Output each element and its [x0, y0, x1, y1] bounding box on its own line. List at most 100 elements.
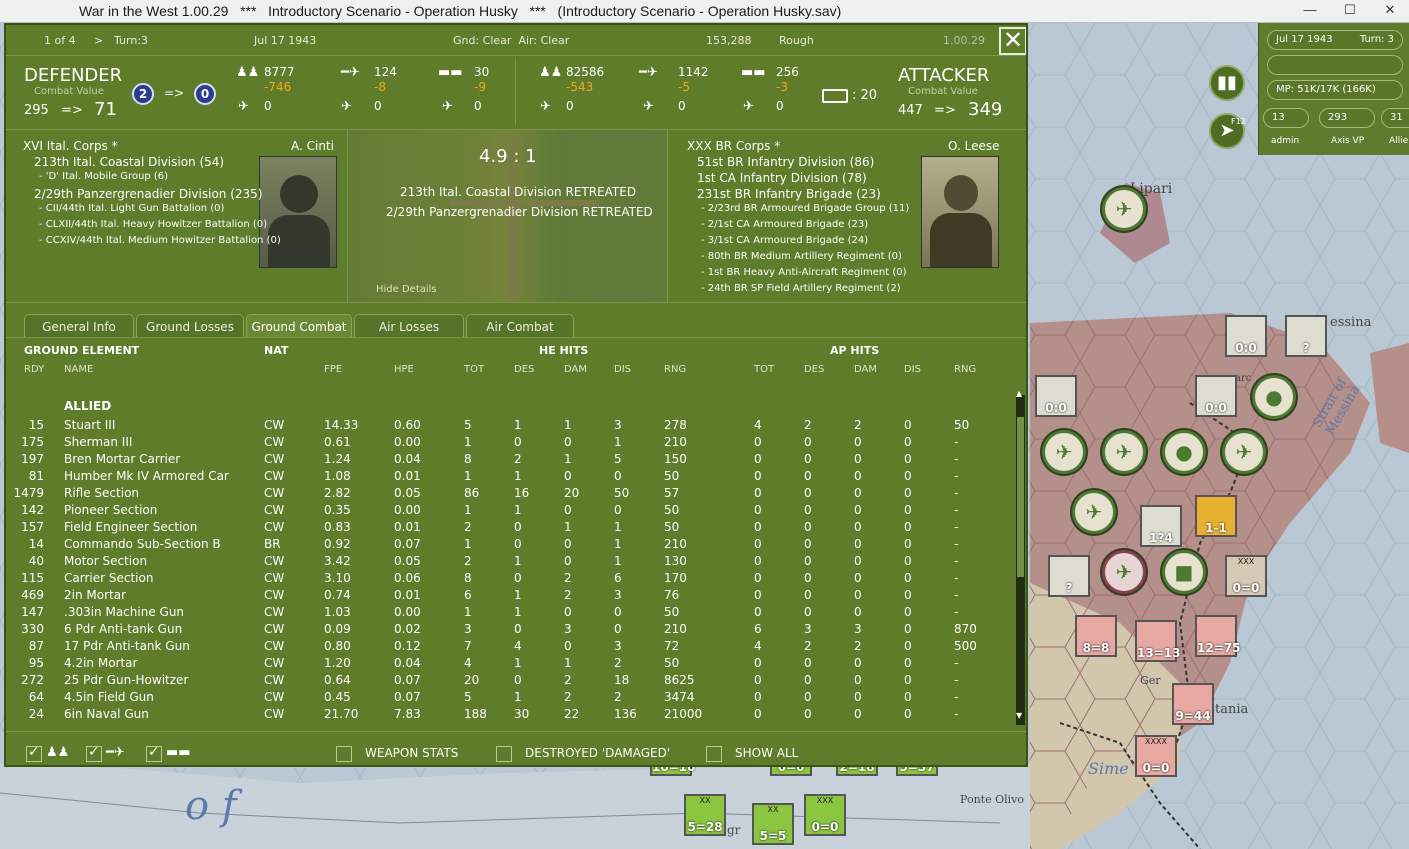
tab-air-losses[interactable]: Air Losses — [354, 314, 464, 338]
col-ap-tot[interactable]: TOT — [754, 364, 774, 375]
table-row[interactable]: 469 2in Mortar CW 0.74 0.01 6 1 2 3 76 0 0 0 0 - — [6, 588, 1018, 605]
unit-hq-counter[interactable]: XXX 0=0 — [804, 794, 846, 836]
reports-icon[interactable]: ▮▮ — [1209, 65, 1245, 101]
minimize-button[interactable]: — — [1290, 0, 1330, 22]
axis-armor-unit[interactable]: ■ — [1162, 550, 1206, 594]
weapon-stats-checkbox[interactable] — [336, 746, 352, 762]
axis-unit[interactable]: ✈ — [1042, 430, 1086, 474]
table-row[interactable]: 64 4.5in Field Gun CW 0.45 0.07 5 1 2 2 3474 0 0 0 0 - — [6, 690, 1018, 707]
col-he-dis[interactable]: DIS — [614, 364, 631, 375]
att-unit[interactable]: - 24th BR SP Field Artillery Regiment (2… — [701, 283, 901, 294]
tab-ground-combat[interactable]: Ground Combat — [246, 314, 352, 338]
table-scrollbar-thumb[interactable] — [1017, 417, 1024, 577]
table-row[interactable]: 87 17 Pdr Anti-tank Gun CW 0.80 0.12 7 4 0 3 72 4 2… — [6, 639, 1018, 656]
destroyed-damaged-label[interactable]: DESTROYED 'DAMAGED' — [525, 746, 670, 760]
def-unit[interactable]: - CLXII/44th Ital. Heavy Howitzer Battal… — [39, 219, 267, 230]
afv-filter-checkbox[interactable]: ✓ — [146, 744, 162, 762]
axis-unit[interactable]: ● — [1162, 430, 1206, 474]
axis-unit[interactable]: ● — [1252, 375, 1296, 419]
show-all-label[interactable]: SHOW ALL — [735, 746, 798, 760]
table-row[interactable]: 24 6in Naval Gun CW 21.70 7.83 188 30 22 136 2100… — [6, 707, 1018, 724]
axis-unit-lipari[interactable]: ✈ — [1102, 187, 1146, 231]
hide-details-link[interactable]: Hide Details — [376, 284, 437, 295]
att-unit[interactable]: - 3/1st CA Armoured Brigade (24) — [701, 235, 868, 246]
att-unit[interactable]: - 1st BR Heavy Anti-Aircraft Regiment (0… — [701, 267, 907, 278]
axis-unit[interactable]: ✈ — [1222, 430, 1266, 474]
col-fpe[interactable]: FPE — [324, 364, 342, 375]
show-all-checkbox[interactable] — [706, 746, 722, 762]
def-leader-name[interactable]: A. Cinti — [291, 139, 334, 153]
unit-counter[interactable]: 1-1 — [1195, 495, 1237, 537]
tab-general-info[interactable]: General Info — [24, 314, 134, 338]
axis-unit[interactable]: ✈ — [1072, 490, 1116, 534]
col-rdy[interactable]: RDY — [24, 364, 44, 375]
table-row[interactable]: 142 Pioneer Section CW 0.35 0.00 1 1 0 0 50 0 0 0 0 - — [6, 503, 1018, 520]
unit-counter[interactable]: 0:0 — [1225, 315, 1267, 357]
att-unit[interactable]: - 2/23rd BR Armoured Brigade Group (11) — [701, 203, 909, 214]
col-ap-dam[interactable]: DAM — [854, 364, 877, 375]
men-filter-checkbox[interactable]: ✓ — [26, 744, 42, 762]
unit-counter[interactable]: 0:0 — [1195, 375, 1237, 417]
unit-hq-counter[interactable]: XXXX 0=0 — [1135, 735, 1177, 777]
def-unit[interactable]: - 'D' Ital. Mobile Group (6) — [39, 171, 168, 182]
scroll-up-icon[interactable]: ▲ — [1016, 389, 1022, 398]
def-unit[interactable]: 2/29th Panzergrenadier Division (235) — [34, 187, 262, 201]
att-leader-name[interactable]: O. Leese — [948, 139, 999, 153]
unit-counter[interactable]: ? — [1285, 315, 1327, 357]
table-row[interactable]: 147 .303in Machine Gun CW 1.03 0.00 1 1 0 0 50 0 0 0… — [6, 605, 1018, 622]
table-row[interactable]: 95 4.2in Mortar CW 1.20 0.04 4 1 1 2 50 0 0 0 0 - — [6, 656, 1018, 673]
def-unit[interactable]: - CCXIV/44th Ital. Medium Howitzer Batta… — [39, 235, 281, 246]
table-row[interactable]: 115 Carrier Section CW 3.10 0.06 8 0 2 6 170 0 0 0 0 - — [6, 571, 1018, 588]
table-row[interactable]: 197 Bren Mortar Carrier CW 1.24 0.04 8 2 1 5 150 0… — [6, 452, 1018, 469]
scroll-down-icon[interactable]: ▼ — [1016, 711, 1022, 720]
tab-ground-losses[interactable]: Ground Losses — [136, 314, 244, 338]
unit-counter[interactable]: 1?4 — [1140, 505, 1182, 547]
col-ap-rng[interactable]: RNG — [954, 364, 976, 375]
destroyed-damaged-checkbox[interactable] — [496, 746, 512, 762]
col-hpe[interactable]: HPE — [394, 364, 414, 375]
col-he-dam[interactable]: DAM — [564, 364, 587, 375]
table-row[interactable]: 14 Commando Sub-Section B BR 0.92 0.07 1 0 0 1 21… — [6, 537, 1018, 554]
table-row[interactable]: 40 Motor Section CW 3.42 0.05 2 1 0 1 130 0 0 0 0 - — [6, 554, 1018, 571]
table-row[interactable]: 15 Stuart III CW 14.33 0.60 5 1 1 3 278 4 2 2 0 50 — [6, 418, 1018, 435]
col-he-des[interactable]: DES — [514, 364, 534, 375]
unit-counter[interactable]: XX 5=28 — [684, 794, 726, 836]
def-unit[interactable]: 213th Ital. Coastal Division (54) — [34, 155, 224, 169]
maximize-button[interactable]: ☐ — [1330, 0, 1370, 22]
att-unit[interactable]: - 2/1st CA Armoured Brigade (23) — [701, 219, 868, 230]
col-ap-dis[interactable]: DIS — [904, 364, 921, 375]
def-hq-name[interactable]: XVI Ital. Corps * — [23, 139, 118, 153]
unit-counter[interactable]: 12=75 — [1195, 615, 1240, 657]
table-row[interactable]: 157 Field Engineer Section CW 0.83 0.01 2 0 1 1 5… — [6, 520, 1018, 537]
att-unit[interactable]: 1st CA Infantry Division (78) — [697, 171, 867, 185]
table-row[interactable]: 272 25 Pdr Gun-Howitzer CW 0.64 0.07 20 0 2 18 86… — [6, 673, 1018, 690]
att-unit[interactable]: - 80th BR Medium Artillery Regiment (0) — [701, 251, 902, 262]
weapon-stats-label[interactable]: WEAPON STATS — [365, 746, 458, 760]
unit-counter[interactable]: 0:0 — [1035, 375, 1077, 417]
axis-air-unit[interactable]: ✈ — [1102, 550, 1146, 594]
unit-counter[interactable]: 13=13 — [1135, 620, 1180, 662]
col-he-tot[interactable]: TOT — [464, 364, 484, 375]
table-row[interactable]: 1479 Rifle Section CW 2.82 0.05 86 16 20 50 57 0 0 0… — [6, 486, 1018, 503]
att-unit[interactable]: 51st BR Infantry Division (86) — [697, 155, 874, 169]
close-dialog-button[interactable]: ✕ — [999, 27, 1026, 55]
next-page-button[interactable]: > — [94, 34, 103, 47]
unit-counter[interactable]: ? — [1048, 555, 1090, 597]
table-row[interactable]: 330 6 Pdr Anti-tank Gun CW 0.09 0.02 3 0 3 0 210 6… — [6, 622, 1018, 639]
unit-counter[interactable]: XX 5=5 — [752, 803, 794, 845]
unit-counter[interactable]: XXX 0=0 — [1225, 555, 1267, 597]
att-unit[interactable]: 231st BR Infantry Brigade (23) — [697, 187, 881, 201]
axis-unit[interactable]: ✈ — [1102, 430, 1146, 474]
unit-counter[interactable]: 8=8 — [1075, 615, 1117, 657]
table-row[interactable]: 81 Humber Mk IV Armored Car CW 1.08 0.01 1 1 0 0… — [6, 469, 1018, 486]
att-hq-name[interactable]: XXX BR Corps * — [687, 139, 780, 153]
unit-counter[interactable]: 9=44 — [1172, 683, 1214, 725]
close-window-button[interactable]: ✕ — [1370, 0, 1409, 22]
tab-air-combat[interactable]: Air Combat — [466, 314, 574, 338]
table-row[interactable]: 175 Sherman III CW 0.61 0.00 1 0 0 1 210 0 0 0 0 - — [6, 435, 1018, 452]
def-unit[interactable]: - CII/44th Ital. Light Gun Battalion (0) — [39, 203, 224, 214]
col-name[interactable]: NAME — [64, 364, 93, 375]
col-ap-des[interactable]: DES — [804, 364, 824, 375]
col-he-rng[interactable]: RNG — [664, 364, 686, 375]
guns-filter-checkbox[interactable]: ✓ — [86, 744, 102, 762]
